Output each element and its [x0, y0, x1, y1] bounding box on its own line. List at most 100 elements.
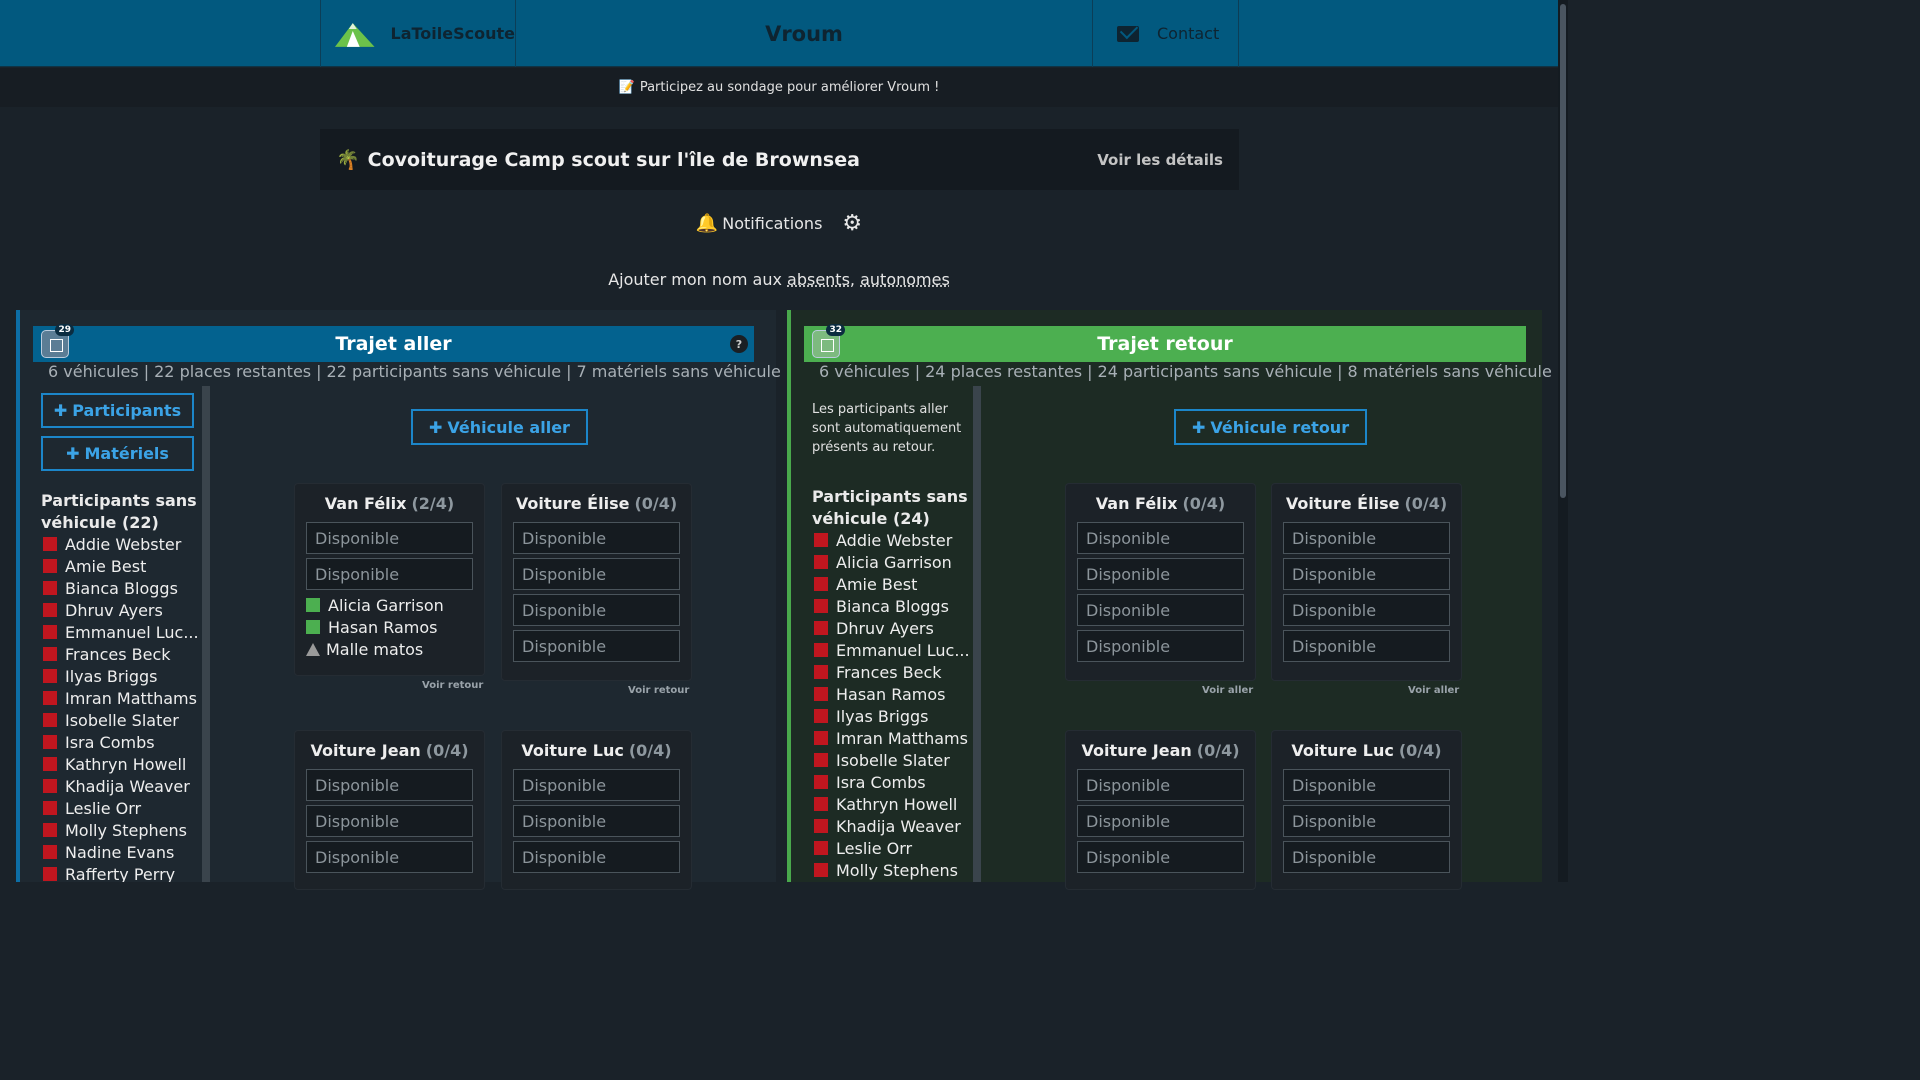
seat-slot[interactable]: Disponible — [1077, 805, 1244, 837]
seat-slot[interactable]: Disponible — [306, 841, 473, 873]
seat-slot[interactable]: Disponible — [513, 558, 680, 590]
details-link[interactable]: Voir les détails — [1097, 151, 1223, 169]
sidebar-scrollbar[interactable] — [202, 386, 210, 882]
participant-item[interactable]: Emmanuel Luc... — [814, 639, 972, 661]
voir-retour-link[interactable]: Voir retour — [628, 685, 689, 696]
participant-item[interactable]: Dhruv Ayers — [43, 599, 201, 621]
vehicle-card[interactable]: Voiture Élise (0/4) Disponible Disponible… — [1271, 483, 1462, 681]
participant-item[interactable]: Imran Matthams — [814, 727, 972, 749]
participant-item[interactable]: Bianca Bloggs — [43, 577, 201, 599]
seat-slot[interactable]: Disponible — [1283, 522, 1450, 554]
participant-item[interactable]: Leslie Orr — [43, 797, 201, 819]
seat-slot[interactable]: Disponible — [513, 841, 680, 873]
participant-item[interactable]: Addie Webster — [43, 533, 201, 555]
seat-slot[interactable]: Disponible — [1283, 630, 1450, 662]
seat-slot[interactable]: Disponible — [306, 805, 473, 837]
seat-slot[interactable]: Disponible — [1077, 522, 1244, 554]
seat-slot[interactable]: Disponible — [1077, 841, 1244, 873]
participant-item[interactable]: Alicia Garrison — [814, 551, 972, 573]
participant-item[interactable]: Imran Matthams — [43, 687, 201, 709]
participant-item[interactable]: Amie Best — [43, 555, 201, 577]
participant-item[interactable]: Leslie Orr — [814, 837, 972, 859]
participant-item[interactable]: Ilyas Briggs — [814, 705, 972, 727]
participant-item[interactable]: Hasan Ramos — [814, 683, 972, 705]
page-scrollbar[interactable] — [1558, 0, 1568, 882]
participant-item[interactable]: Kathryn Howell — [43, 753, 201, 775]
vehicle-card[interactable]: Voiture Élise (0/4) Disponible Disponible… — [501, 483, 692, 681]
participant-item[interactable]: Dhruv Ayers — [814, 617, 972, 639]
participant-item[interactable]: Khadija Weaver — [43, 775, 201, 797]
participant-item[interactable]: Nadine Evans — [814, 881, 972, 882]
seat-slot[interactable]: Disponible — [1077, 594, 1244, 626]
scrollbar-thumb[interactable] — [1560, 4, 1566, 498]
add-vehicle-retour-button[interactable]: ✚ Véhicule retour — [1174, 409, 1368, 445]
assigned-materiel[interactable]: Malle matos — [306, 638, 473, 660]
add-vehicle-aller-button[interactable]: ✚ Véhicule aller — [411, 409, 588, 445]
help-icon[interactable]: ? — [730, 335, 748, 353]
seat-slot[interactable]: Disponible — [1283, 769, 1450, 801]
seat-slot[interactable]: Disponible — [1283, 594, 1450, 626]
participant-item[interactable]: Isobelle Slater — [43, 709, 201, 731]
participant-item[interactable]: Isra Combs — [43, 731, 201, 753]
participant-item[interactable]: Addie Webster — [814, 529, 972, 551]
participant-item[interactable]: Molly Stephens — [814, 859, 972, 881]
participant-item[interactable]: Frances Beck — [814, 661, 972, 683]
seat-slot[interactable]: Disponible — [1283, 805, 1450, 837]
seat-slot[interactable]: Disponible — [306, 558, 473, 590]
participant-item[interactable]: Nadine Evans — [43, 841, 201, 863]
seat-slot[interactable]: Disponible — [306, 522, 473, 554]
assigned-participant[interactable]: Alicia Garrison — [306, 594, 473, 616]
seat-slot[interactable]: Disponible — [1077, 630, 1244, 662]
participant-item[interactable]: Isra Combs — [814, 771, 972, 793]
autonomes-link[interactable]: autonomes — [860, 270, 950, 289]
survey-banner[interactable]: 📝 Participez au sondage pour améliorer V… — [0, 68, 1558, 107]
participant-item[interactable]: Amie Best — [814, 573, 972, 595]
voir-aller-link[interactable]: Voir aller — [1202, 685, 1253, 696]
vehicle-card[interactable]: Voiture Luc (0/4) Disponible Disponible D… — [1271, 730, 1462, 890]
voir-retour-link[interactable]: Voir retour — [422, 680, 483, 691]
list-icon[interactable]: 32 — [812, 324, 845, 358]
seat-slot[interactable]: Disponible — [1077, 769, 1244, 801]
vehicle-card[interactable]: Van Félix (0/4) Disponible Disponible Dis… — [1065, 483, 1256, 681]
aller-participant-list: Addie Webster Amie Best Bianca Bloggs Dhruv… — [43, 533, 201, 882]
survey-text: Participez au sondage pour améliorer Vro… — [639, 80, 940, 95]
voir-aller-link[interactable]: Voir aller — [1408, 685, 1459, 696]
add-materiels-button[interactable]: ✚ Matériels — [41, 436, 194, 471]
participant-item[interactable]: Rafferty Perry — [43, 863, 201, 882]
list-icon[interactable]: 29 — [41, 324, 74, 358]
gear-icon[interactable]: ⚙ — [842, 211, 862, 236]
participant-name: Molly Stephens — [65, 820, 187, 840]
vehicle-card[interactable]: Voiture Luc (0/4) Disponible Disponible D… — [501, 730, 692, 890]
sidebar-scrollbar[interactable] — [973, 386, 981, 882]
seat-slot[interactable]: Disponible — [1283, 841, 1450, 873]
participant-item[interactable]: Bianca Bloggs — [814, 595, 972, 617]
vehicle-card[interactable]: Van Félix (2/4) Disponible Disponible Ali… — [294, 483, 485, 676]
seat-slot[interactable]: Disponible — [513, 522, 680, 554]
vehicle-name: Voiture Jean (0/4) — [1081, 740, 1240, 760]
assigned-participant[interactable]: Hasan Ramos — [306, 616, 473, 638]
participant-item[interactable]: Kathryn Howell — [814, 793, 972, 815]
add-materiels-label: Matériels — [84, 444, 169, 463]
seat-slot[interactable]: Disponible — [306, 769, 473, 801]
participant-item[interactable]: Molly Stephens — [43, 819, 201, 841]
seat-slot[interactable]: Disponible — [1077, 558, 1244, 590]
bell-icon[interactable]: 🔔 — [696, 213, 718, 234]
absents-link[interactable]: absents — [787, 270, 850, 289]
seat-slot[interactable]: Disponible — [513, 805, 680, 837]
participant-item[interactable]: Ilyas Briggs — [43, 665, 201, 687]
vehicle-card[interactable]: Voiture Jean (0/4) Disponible Disponible … — [1065, 730, 1256, 890]
participant-item[interactable]: Frances Beck — [43, 643, 201, 665]
participant-item[interactable]: Isobelle Slater — [814, 749, 972, 771]
seat-slot[interactable]: Disponible — [1283, 558, 1450, 590]
add-participants-button[interactable]: ✚ Participants — [41, 393, 194, 428]
contact-link[interactable]: Contact — [1092, 0, 1239, 67]
notifications-link[interactable]: Notifications — [722, 214, 822, 233]
participant-name: Frances Beck — [65, 644, 171, 664]
brand-link[interactable]: LaToileScoute — [320, 0, 516, 67]
participant-item[interactable]: Emmanuel Luc... — [43, 621, 201, 643]
seat-slot[interactable]: Disponible — [513, 594, 680, 626]
seat-slot[interactable]: Disponible — [513, 769, 680, 801]
participant-item[interactable]: Khadija Weaver — [814, 815, 972, 837]
vehicle-card[interactable]: Voiture Jean (0/4) Disponible Disponible … — [294, 730, 485, 890]
seat-slot[interactable]: Disponible — [513, 630, 680, 662]
